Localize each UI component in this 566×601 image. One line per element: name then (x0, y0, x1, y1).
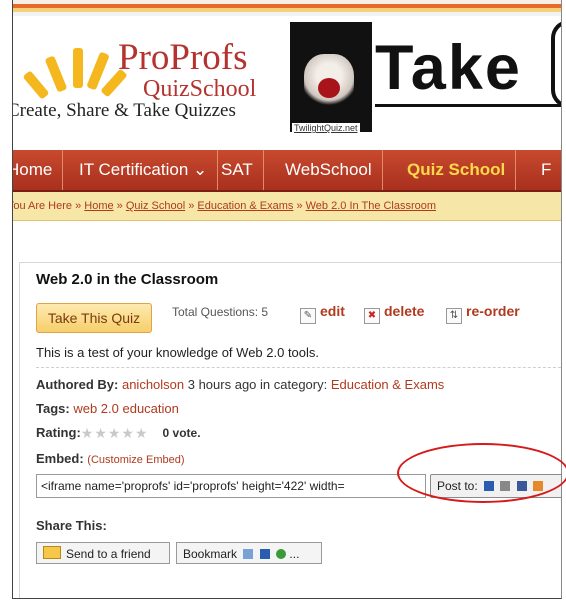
delicious-icon (484, 481, 495, 491)
breadcrumb-prefix: You Are Here » (13, 200, 85, 212)
send-to-friend-button[interactable]: Send to a friend (36, 542, 170, 564)
breadcrumb-separator: » (185, 200, 198, 212)
quiz-title: Web 2.0 in the Classroom (36, 271, 219, 288)
send-label: Send to a friend (66, 547, 151, 561)
total-questions: Total Questions: 5 (172, 305, 269, 319)
post-to-label: Post to: (437, 479, 478, 493)
envelope-icon (43, 546, 61, 559)
banner-edge-shape (551, 20, 561, 108)
delete-icon: ✖ (364, 308, 380, 324)
breadcrumb: You Are Here » Home » Quiz School » Educ… (13, 192, 561, 221)
embed-label: Embed: (36, 451, 84, 466)
category-link[interactable]: Education & Exams (331, 377, 444, 392)
vote-count: 0 vote. (162, 426, 201, 440)
banner-headline[interactable]: Take (375, 32, 522, 104)
banner-underline (375, 104, 561, 107)
breadcrumb-category-link[interactable]: Education & Exams (197, 200, 293, 212)
hi5-icon (533, 481, 544, 491)
breadcrumb-quiz-school-link[interactable]: Quiz School (126, 200, 185, 212)
breadcrumb-separator: » (113, 200, 126, 212)
tags-link[interactable]: web 2.0 education (73, 401, 179, 416)
customize-embed-link[interactable]: (Customize Embed) (87, 454, 184, 466)
facebook-icon (516, 481, 527, 491)
bookmark-label: Bookmark (183, 547, 238, 561)
nav-item-quiz-school[interactable]: Quiz School (397, 150, 517, 190)
authored-by-row: Authored By: anicholson 3 hours ago in c… (36, 377, 444, 392)
browser-viewport: ProProfs QuizSchool Create, Share & Take… (12, 0, 562, 599)
author-link[interactable]: anicholson (122, 377, 184, 392)
delete-label: delete (384, 303, 425, 319)
quiz-panel: Web 2.0 in the Classroom Take This Quiz … (19, 262, 561, 598)
breadcrumb-home-link[interactable]: Home (84, 200, 113, 212)
nav-item-webschool[interactable]: WebSchool (275, 150, 383, 190)
embed-row: Embed: (Customize Embed) (36, 451, 185, 466)
brand-subtitle: QuizSchool (143, 76, 257, 102)
delete-link[interactable]: ✖ delete (364, 303, 424, 324)
nav-item-more[interactable]: F (531, 150, 561, 190)
reorder-link[interactable]: ⇅ re-order (446, 303, 520, 324)
bookmark-button[interactable]: Bookmark ... (176, 542, 322, 564)
authored-time: 3 hours ago in category: (184, 377, 331, 392)
logo-sun-ray (44, 55, 68, 93)
share-label: Share This: (36, 518, 107, 533)
share-grid-icon (243, 549, 254, 559)
logo-sun-ray (73, 48, 83, 88)
take-quiz-button[interactable]: Take This Quiz (36, 303, 152, 333)
edit-label: edit (320, 303, 345, 319)
logo-sun-ray (22, 70, 50, 100)
proprofs-logo[interactable]: ProProfs QuizSchool Create, Share & Take… (13, 18, 295, 138)
nav-item-home[interactable]: Home (13, 150, 64, 190)
rating-stars-icon[interactable]: ★★★★★ (81, 425, 149, 442)
breadcrumb-current-link[interactable]: Web 2.0 In The Classroom (306, 200, 436, 212)
nav-item-sat[interactable]: SAT (211, 150, 264, 190)
twilight-book-ad[interactable] (290, 22, 372, 132)
quiz-description: This is a test of your knowledge of Web … (36, 345, 320, 360)
top-decor-stripe (13, 0, 561, 16)
rating-row: Rating:★★★★★ 0 vote. (36, 425, 201, 442)
book-cover-apple (318, 78, 340, 98)
edit-icon: ✎ (300, 308, 316, 324)
edit-link[interactable]: ✎ edit (300, 303, 345, 324)
divider (36, 367, 561, 368)
delicious-icon (259, 549, 270, 559)
tags-label: Tags: (36, 401, 70, 416)
tags-row: Tags: web 2.0 education (36, 401, 179, 416)
reorder-icon: ⇅ (446, 308, 462, 324)
stumbleupon-icon (276, 549, 287, 559)
main-nav: Home IT Certification ⌄ SAT WebSchool Qu… (13, 150, 561, 192)
rating-label: Rating: (36, 425, 81, 440)
reorder-label: re-order (466, 303, 520, 319)
book-ad-link[interactable]: TwilightQuiz.net (292, 123, 360, 133)
authored-label: Authored By: (36, 377, 119, 392)
more-dots: ... (289, 547, 300, 561)
brand-name: ProProfs (118, 37, 248, 78)
brand-tagline: Create, Share & Take Quizzes (12, 100, 236, 121)
breadcrumb-separator: » (293, 200, 306, 212)
post-to-button[interactable]: Post to: (430, 474, 561, 498)
x-icon (500, 481, 511, 491)
embed-code-field[interactable]: <iframe name='proprofs' id='proprofs' he… (36, 474, 426, 498)
nav-item-it-certification[interactable]: IT Certification ⌄ (69, 150, 219, 190)
